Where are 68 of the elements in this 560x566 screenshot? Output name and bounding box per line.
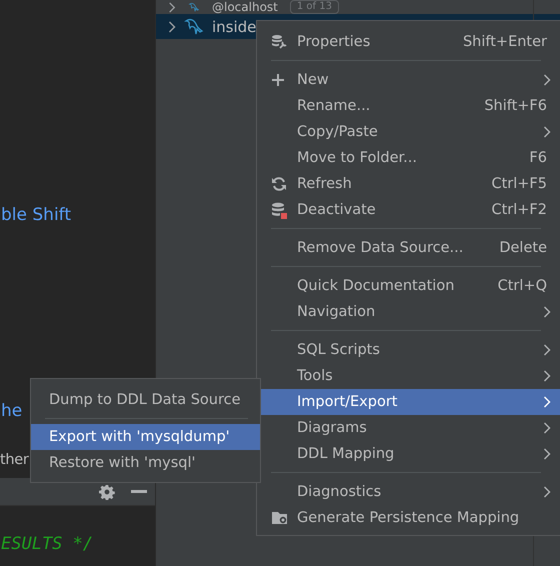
menu-item[interactable]: Dump to DDL Data Source — [31, 387, 260, 413]
menu-item[interactable]: Remove Data Source... Delete — [257, 235, 560, 261]
shortcut-label: Delete — [499, 240, 547, 256]
menu-item-label: Generate Persistence Mapping — [297, 510, 520, 526]
chevron-right-icon — [543, 422, 551, 434]
chevron-right-icon — [543, 74, 551, 86]
chevron-right-icon — [543, 448, 551, 460]
menu-item-label: DDL Mapping — [297, 446, 396, 462]
chevron-right-icon — [543, 486, 551, 498]
menu-item[interactable]: Refresh Ctrl+F5 — [257, 171, 560, 197]
menu-item-label: Diagnostics — [297, 484, 382, 500]
menu-item[interactable]: Export with 'mysqldump' — [31, 424, 260, 450]
menu-item[interactable]: Copy/Paste — [257, 119, 560, 145]
link-text: he — [1, 400, 22, 422]
code-comment: ESULTS */ — [1, 534, 94, 554]
menu-item[interactable]: Diagnostics — [257, 479, 560, 505]
menu-item-label: Refresh — [297, 176, 353, 192]
menu-item[interactable]: Navigation — [257, 299, 560, 325]
menu-item-label: Copy/Paste — [297, 124, 379, 140]
menu-item[interactable]: Generate Persistence Mapping — [257, 505, 560, 531]
menu-item[interactable]: Diagrams — [257, 415, 560, 441]
shortcut-label: Shift+F6 — [484, 98, 547, 114]
menu-item[interactable]: Tools — [257, 363, 560, 389]
menu-item[interactable]: SQL Scripts — [257, 337, 560, 363]
menu-item-label: Tools — [297, 368, 334, 384]
shortcut-label: Ctrl+Q — [498, 278, 547, 294]
chevron-right-icon — [543, 396, 551, 408]
chevron-right-icon[interactable] — [168, 2, 176, 12]
menu-item-label: Remove Data Source... — [297, 240, 464, 256]
menu-item-label: Deactivate — [297, 202, 377, 218]
shortcut-label: Ctrl+F2 — [491, 202, 547, 218]
menu-item[interactable]: Deactivate Ctrl+F2 — [257, 197, 560, 223]
data-source-label: inside — [212, 18, 256, 36]
menu-item[interactable]: Quick Documentation Ctrl+Q — [257, 273, 560, 299]
menu-item[interactable]: Rename... Shift+F6 — [257, 93, 560, 119]
refresh-icon — [271, 176, 287, 192]
chevron-right-icon — [543, 344, 551, 356]
menu-item[interactable]: DDL Mapping — [257, 441, 560, 467]
menu-item-label: Quick Documentation — [297, 278, 456, 294]
menu-item-label: Diagrams — [297, 420, 368, 436]
chevron-right-icon — [543, 370, 551, 382]
editor-text: ther — [0, 451, 29, 470]
data-source-label: @localhost — [212, 0, 278, 14]
database-stop-icon — [271, 202, 288, 218]
shortcut-label: F6 — [529, 150, 547, 166]
minimize-icon[interactable] — [131, 490, 147, 494]
shortcut-label: Shift+Enter — [462, 34, 547, 50]
menu-item-label: Move to Folder... — [297, 150, 418, 166]
menu-item-label: Import/Export — [297, 394, 398, 410]
link-text: ble Shift — [1, 204, 72, 226]
menu-item[interactable]: New — [257, 67, 560, 93]
chevron-right-icon — [543, 126, 551, 138]
settings-icon[interactable] — [99, 484, 115, 500]
database-wrench-icon — [271, 34, 287, 50]
menu-item[interactable]: Restore with 'mysql' — [31, 450, 260, 476]
menu-item-label: Navigation — [297, 304, 376, 320]
chevron-right-icon[interactable] — [168, 20, 176, 32]
menu-item[interactable]: Properties Shift+Enter — [257, 29, 560, 55]
plus-icon — [271, 73, 285, 87]
shortcut-label: Ctrl+F5 — [491, 176, 547, 192]
folder-gear-icon — [271, 510, 289, 526]
menu-item[interactable]: Move to Folder... F6 — [257, 145, 560, 171]
menu-item-label: New — [297, 72, 330, 88]
menu-item-label: Properties — [297, 34, 372, 50]
menu-item-label: Rename... — [297, 98, 372, 114]
chevron-right-icon — [543, 306, 551, 318]
menu-item-label: SQL Scripts — [297, 342, 381, 358]
dolphin-icon — [184, 16, 204, 36]
